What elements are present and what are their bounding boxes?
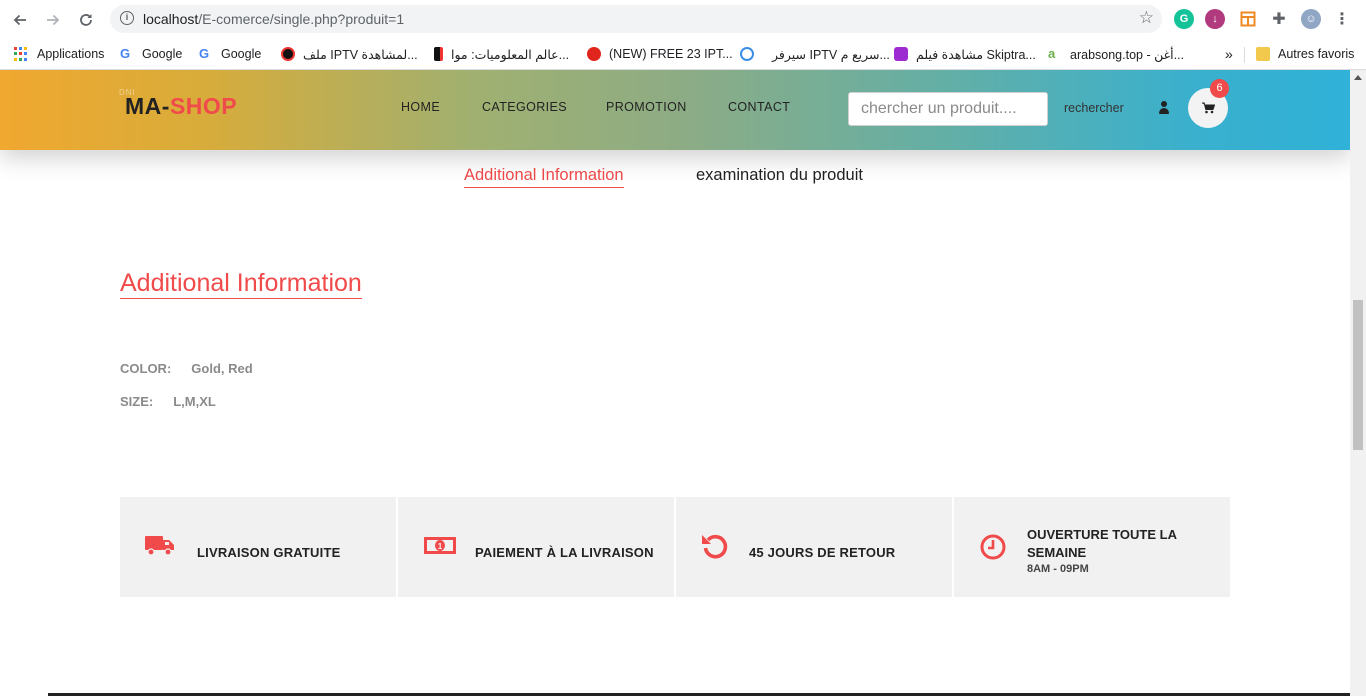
- site-favicon-icon: [740, 47, 754, 61]
- page-scrollbar[interactable]: [1350, 70, 1366, 696]
- feature-free-shipping: LIVRAISON GRATUITE: [120, 497, 396, 597]
- bookmark-apps[interactable]: Applications: [14, 44, 104, 64]
- bookmark-iptv-server[interactable]: سيرفر IPTV سريع م...: [740, 44, 890, 64]
- search-button[interactable]: rechercher: [1064, 101, 1124, 115]
- apps-grid-icon: [14, 47, 28, 61]
- nav-categories[interactable]: CATEGORIES: [482, 100, 567, 114]
- site-info-icon[interactable]: i: [120, 11, 134, 25]
- google-icon: G: [120, 46, 131, 61]
- clock-icon: [980, 534, 1006, 560]
- color-value: Gold, Red: [191, 361, 253, 376]
- feature-opening-hours: OUVERTURE TOUTE LA SEMAINE 8AM - 09PM: [954, 497, 1230, 597]
- scrollbar-thumb[interactable]: [1353, 300, 1363, 450]
- color-attribute: COLOR: Gold, Red: [120, 361, 253, 376]
- tab-additional-information[interactable]: Additional Information: [464, 166, 624, 188]
- back-icon[interactable]: [8, 8, 32, 32]
- tab-product-review[interactable]: examination du produit: [696, 166, 863, 187]
- size-value: L,M,XL: [173, 394, 216, 409]
- size-label: SIZE:: [120, 394, 154, 409]
- bookmark-google-1[interactable]: G Google: [120, 44, 182, 64]
- scroll-up-arrow-icon[interactable]: [1354, 75, 1362, 80]
- play-favicon-icon: [894, 47, 908, 61]
- site-favicon-icon: [434, 47, 443, 61]
- download-extension-icon[interactable]: ↓: [1205, 9, 1225, 29]
- size-attribute: SIZE: L,M,XL: [120, 394, 216, 409]
- bookmark-arabsong[interactable]: a arabsong.top - أغن...: [1048, 44, 1184, 64]
- cart-icon: [1201, 102, 1215, 114]
- cart-count-badge: 6: [1210, 79, 1229, 98]
- profile-avatar[interactable]: ☺: [1301, 9, 1321, 29]
- nav-contact[interactable]: CONTACT: [728, 100, 790, 114]
- search-input[interactable]: chercher un produit....: [848, 92, 1048, 126]
- reload-icon[interactable]: [74, 8, 98, 32]
- site-favicon-icon: [587, 47, 601, 61]
- feature-hours-title: OUVERTURE TOUTE LA SEMAINE: [1027, 527, 1177, 560]
- extensions-puzzle-icon[interactable]: ✚: [1269, 9, 1289, 29]
- site-favicon-icon: [281, 47, 295, 61]
- browser-toolbar: i localhost/E-comerce/single.php?produit…: [0, 0, 1366, 38]
- site-header: DNI MA-SHOP HOME CATEGORIES PROMOTION CO…: [0, 70, 1350, 150]
- section-title: Additional Information: [120, 269, 362, 299]
- address-bar[interactable]: i localhost/E-comerce/single.php?produit…: [110, 5, 1162, 33]
- layout-extension-icon[interactable]: [1238, 9, 1258, 29]
- undo-icon: [702, 534, 728, 559]
- bookmarks-divider: [1244, 47, 1245, 63]
- url-text[interactable]: localhost/E-comerce/single.php?produit=1: [143, 11, 404, 27]
- svg-text:1: 1: [438, 542, 443, 551]
- feature-returns-text: 45 JOURS DE RETOUR: [749, 545, 896, 560]
- feature-returns: 45 JOURS DE RETOUR: [676, 497, 952, 597]
- browser-menu-icon[interactable]: ⋮: [1332, 9, 1352, 29]
- money-bill-icon: 1: [424, 537, 456, 554]
- grammarly-extension-icon[interactable]: G: [1174, 9, 1194, 29]
- more-bookmarks-chevron-icon[interactable]: »: [1225, 44, 1233, 64]
- color-label: COLOR:: [120, 361, 172, 376]
- truck-icon: [145, 536, 174, 556]
- features-strip: LIVRAISON GRATUITE 1 PAIEMENT À LA LIVRA…: [120, 497, 1230, 597]
- page-viewport: DNI MA-SHOP HOME CATEGORIES PROMOTION CO…: [0, 70, 1350, 696]
- site-favicon-icon: a: [1048, 46, 1056, 61]
- bookmark-star-icon[interactable]: ☆: [1139, 8, 1154, 28]
- nav-promotion[interactable]: PROMOTION: [606, 100, 687, 114]
- bookmark-iptv-file[interactable]: ملف IPTV لمشاهدة...: [281, 44, 418, 64]
- feature-hours-subtitle: 8AM - 09PM: [1027, 563, 1089, 575]
- bookmark-skiptra[interactable]: مشاهدة فيلم Skiptra...: [894, 44, 1036, 64]
- user-icon[interactable]: [1158, 101, 1170, 115]
- site-logo[interactable]: MA-SHOP: [125, 93, 237, 120]
- bookmark-google-2[interactable]: G Google: [199, 44, 261, 64]
- nav-home[interactable]: HOME: [401, 100, 440, 114]
- bookmark-informatics[interactable]: عالم المعلوميات: موا...: [434, 44, 569, 64]
- forward-icon[interactable]: [41, 8, 65, 32]
- google-icon: G: [199, 46, 210, 61]
- feature-shipping-text: LIVRAISON GRATUITE: [197, 545, 341, 560]
- bookmark-other-folder[interactable]: Autres favoris: [1256, 44, 1354, 64]
- feature-cash-on-delivery: 1 PAIEMENT À LA LIVRAISON: [398, 497, 674, 597]
- feature-payment-text: PAIEMENT À LA LIVRAISON: [475, 545, 654, 560]
- bookmarks-bar: Applications G Google G Google ملف IPTV …: [0, 38, 1366, 70]
- folder-icon: [1256, 47, 1270, 61]
- bookmark-free-iptv[interactable]: (NEW) FREE 23 IPT...: [587, 44, 733, 64]
